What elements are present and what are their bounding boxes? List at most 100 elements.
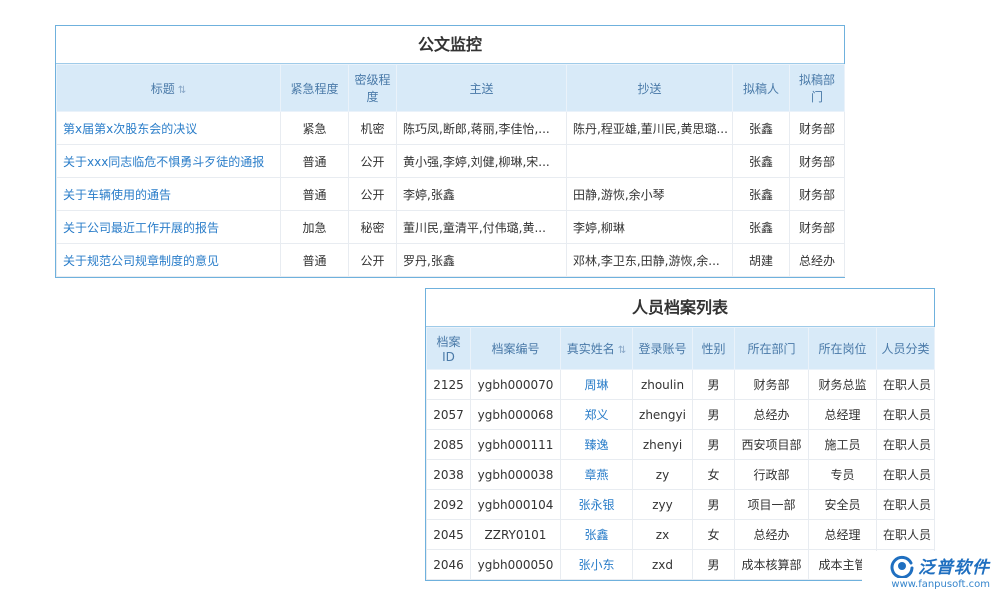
cell: ygbh000070 [471, 370, 561, 400]
cell: 紧急 [281, 112, 349, 145]
table-row: 关于车辆使用的通告普通公开李婷,张鑫田静,游恢,余小琴张鑫财务部 [57, 178, 845, 211]
column-header-6: 拟稿部门 [790, 65, 845, 112]
column-header-5: 所在部门 [735, 328, 809, 370]
cell-link[interactable]: 张小东 [561, 550, 633, 580]
column-header-2: 密级程度 [349, 65, 397, 112]
cell: 男 [693, 370, 735, 400]
cell: 秘密 [349, 211, 397, 244]
cell-link[interactable]: 周琳 [561, 370, 633, 400]
cell: 施工员 [809, 430, 877, 460]
table-row: 第x届第x次股东会的决议紧急机密陈巧凤,断郎,蒋丽,李佳怡,...陈丹,程亚雄,… [57, 112, 845, 145]
cell: 普通 [281, 178, 349, 211]
cell-link[interactable]: 关于公司最近工作开展的报告 [57, 211, 281, 244]
cell: ygbh000050 [471, 550, 561, 580]
column-header-3: 主送 [397, 65, 567, 112]
cell: 男 [693, 400, 735, 430]
cell-link[interactable]: 张永银 [561, 490, 633, 520]
sort-icon[interactable]: ⇅ [618, 345, 626, 356]
cell: 财务总监 [809, 370, 877, 400]
column-header-5: 拟稿人 [733, 65, 790, 112]
cell-link[interactable]: 关于xxx同志临危不惧勇斗歹徒的通报 [57, 145, 281, 178]
cell-link[interactable]: 郑义 [561, 400, 633, 430]
cell: 总经办 [790, 244, 845, 277]
cell: 2085 [427, 430, 471, 460]
cell: 成本核算部 [735, 550, 809, 580]
header-row: 档案ID档案编号真实姓名⇅登录账号性别所在部门所在岗位人员分类 [427, 328, 935, 370]
cell-link[interactable]: 关于规范公司规章制度的意见 [57, 244, 281, 277]
cell-link[interactable]: 第x届第x次股东会的决议 [57, 112, 281, 145]
cell: zhenyi [633, 430, 693, 460]
cell: 黄小强,李婷,刘健,柳琳,宋... [397, 145, 567, 178]
cell: 专员 [809, 460, 877, 490]
page: 公文监控 标题⇅紧急程度密级程度主送抄送拟稿人拟稿部门第x届第x次股东会的决议紧… [0, 0, 1000, 600]
cell: 公开 [349, 145, 397, 178]
cell: 财务部 [790, 178, 845, 211]
cell: 2038 [427, 460, 471, 490]
cell: 董川民,童清平,付伟璐,黄... [397, 211, 567, 244]
cell: 女 [693, 460, 735, 490]
cell-link[interactable]: 臻逸 [561, 430, 633, 460]
cell: 财务部 [790, 145, 845, 178]
table-row: 关于公司最近工作开展的报告加急秘密董川民,童清平,付伟璐,黄...李婷,柳琳张鑫… [57, 211, 845, 244]
cell [567, 145, 733, 178]
cell: 财务部 [790, 211, 845, 244]
cell: 在职人员 [877, 520, 935, 550]
cell-link[interactable]: 关于车辆使用的通告 [57, 178, 281, 211]
cell: 加急 [281, 211, 349, 244]
cell: 行政部 [735, 460, 809, 490]
cell: 2125 [427, 370, 471, 400]
personnel-archive-table: 档案ID档案编号真实姓名⇅登录账号性别所在部门所在岗位人员分类2125ygbh0… [426, 327, 935, 580]
table-row: 关于规范公司规章制度的意见普通公开罗丹,张鑫邓林,李卫东,田静,游恢,余...胡… [57, 244, 845, 277]
column-header-label: 档案ID [436, 335, 460, 364]
sort-icon[interactable]: ⇅ [178, 85, 186, 96]
cell: 在职人员 [877, 460, 935, 490]
cell: 男 [693, 490, 735, 520]
column-header-label: 标题 [151, 82, 175, 96]
document-monitor-title: 公文监控 [56, 26, 844, 64]
column-header-label: 所在部门 [747, 342, 795, 356]
column-header-label: 抄送 [637, 82, 661, 96]
column-header-4: 性别 [693, 328, 735, 370]
cell: 安全员 [809, 490, 877, 520]
document-monitor-panel: 公文监控 标题⇅紧急程度密级程度主送抄送拟稿人拟稿部门第x届第x次股东会的决议紧… [55, 25, 845, 278]
column-header-label: 登录账号 [638, 342, 686, 356]
column-header-label: 密级程度 [354, 73, 390, 104]
cell-link[interactable]: 章燕 [561, 460, 633, 490]
column-header-label: 主送 [469, 82, 493, 96]
cell: 田静,游恢,余小琴 [567, 178, 733, 211]
cell: 2046 [427, 550, 471, 580]
cell: 李婷,柳琳 [567, 211, 733, 244]
table-row: 2092ygbh000104张永银zyy男项目一部安全员在职人员 [427, 490, 935, 520]
cell: 邓林,李卫东,田静,游恢,余... [567, 244, 733, 277]
table-row: 2038ygbh000038章燕zy女行政部专员在职人员 [427, 460, 935, 490]
fanpu-logo-icon [890, 554, 914, 578]
cell: ZZRY0101 [471, 520, 561, 550]
column-header-4: 抄送 [567, 65, 733, 112]
cell: 陈丹,程亚雄,董川民,黄思璐... [567, 112, 733, 145]
document-monitor-table: 标题⇅ 紧急程度 密级程度 主送 抄送 拟稿人拟稿部门第x届第x次股东会的决议紧急机密陈巧… [56, 64, 845, 277]
header-row: 标题⇅ 紧急程度 密级程度 主送 抄送 拟稿人拟稿部门 [57, 65, 845, 112]
cell: 张鑫 [733, 112, 790, 145]
cell: 西安项目部 [735, 430, 809, 460]
cell: zy [633, 460, 693, 490]
cell: 张鑫 [733, 178, 790, 211]
cell: 普通 [281, 145, 349, 178]
cell: 财务部 [790, 112, 845, 145]
cell: 李婷,张鑫 [397, 178, 567, 211]
column-header-0[interactable]: 标题⇅ [57, 65, 281, 112]
cell: 陈巧凤,断郎,蒋丽,李佳怡,... [397, 112, 567, 145]
cell: 总经理 [809, 400, 877, 430]
cell-link[interactable]: 张鑫 [561, 520, 633, 550]
cell: zhoulin [633, 370, 693, 400]
cell: 胡建 [733, 244, 790, 277]
fanpu-logo: 泛普软件 www.fanpusoft.com [862, 551, 992, 592]
column-header-2[interactable]: 真实姓名⇅ [561, 328, 633, 370]
cell: 总经办 [735, 520, 809, 550]
column-header-label: 紧急程度 [290, 82, 338, 96]
cell: 公开 [349, 244, 397, 277]
table-row: 关于xxx同志临危不惧勇斗歹徒的通报普通公开黄小强,李婷,刘健,柳琳,宋... 张… [57, 145, 845, 178]
column-header-7: 人员分类 [877, 328, 935, 370]
cell: 张鑫 [733, 145, 790, 178]
cell: ygbh000038 [471, 460, 561, 490]
cell: 男 [693, 550, 735, 580]
